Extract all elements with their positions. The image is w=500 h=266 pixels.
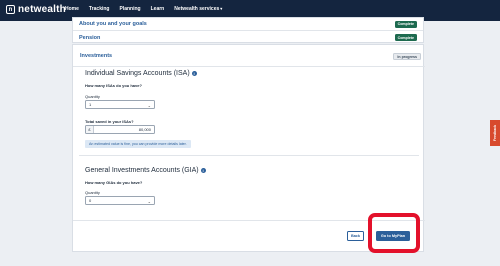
section-divider (79, 155, 419, 156)
feedback-label: Feedback (493, 124, 497, 142)
status-badge-investments: In progress (393, 53, 421, 60)
back-button[interactable]: Back (347, 231, 364, 241)
section-title-pension: Pension (79, 34, 101, 41)
chevron-down-icon: ▾ (220, 6, 223, 11)
section-title-about: About you and your goals (79, 21, 147, 27)
nav-item-home[interactable]: Home (65, 6, 79, 12)
isa-total-label: Total saved in your ISAs? (85, 119, 134, 124)
info-icon[interactable]: i (191, 71, 197, 76)
nav-item-services-label: Netwealth services (174, 6, 220, 12)
nav-menu: Home Tracking Planning Learn Netwealth s… (65, 6, 222, 12)
status-badge-about: Complete (394, 20, 417, 28)
isa-quantity-label: Quantity (85, 94, 100, 99)
highlight-box (368, 213, 420, 253)
isa-quantity-value: 1 (89, 102, 92, 107)
isa-hint: An estimated value is fine, you can prov… (85, 140, 191, 148)
section-title-investments: Investments (80, 53, 113, 59)
netwealth-logo-icon: n (6, 5, 15, 14)
chevron-down-icon: ⌄ (147, 199, 151, 204)
completed-sections: About you and your goals Complete Pensio… (72, 17, 424, 43)
nav-item-learn[interactable]: Learn (151, 6, 165, 12)
brand-name: netwealth (18, 4, 66, 15)
nav-item-planning[interactable]: Planning (119, 6, 140, 12)
isa-total-input[interactable]: £ 80,000 (85, 125, 155, 134)
gia-heading: General Investments Accounts (GIA) i (85, 167, 206, 174)
currency-prefix: £ (86, 126, 94, 133)
gia-title: General Investments Accounts (GIA) (85, 167, 199, 174)
isa-quantity-select[interactable]: 1 ⌄ (85, 100, 155, 109)
section-row-pension[interactable]: Pension Complete (73, 31, 423, 44)
chevron-down-icon: ⌄ (147, 103, 151, 108)
gia-quantity-select[interactable]: 0 ⌄ (85, 196, 155, 205)
gia-quantity-value: 0 (89, 198, 92, 203)
status-badge-pension: Complete (394, 34, 417, 41)
nav-item-netwealth-services[interactable]: Netwealth services▾ (174, 6, 222, 12)
isa-total-value: 80,000 (138, 127, 151, 132)
brand-logo[interactable]: n netwealth (6, 4, 66, 15)
isa-heading: Individual Savings Accounts (ISA) i (85, 70, 197, 77)
investments-header[interactable]: Investments In progress (73, 45, 425, 67)
feedback-tab[interactable]: Feedback (490, 120, 500, 146)
section-row-about[interactable]: About you and your goals Complete (73, 18, 423, 31)
isa-question: How many ISAs do you have? (85, 83, 142, 88)
gia-question: How many GIAs do you have? (85, 180, 143, 185)
info-icon[interactable]: i (200, 168, 206, 173)
isa-title: Individual Savings Accounts (ISA) (85, 70, 190, 77)
nav-item-tracking[interactable]: Tracking (89, 6, 110, 12)
gia-quantity-label: Quantity (85, 190, 100, 195)
